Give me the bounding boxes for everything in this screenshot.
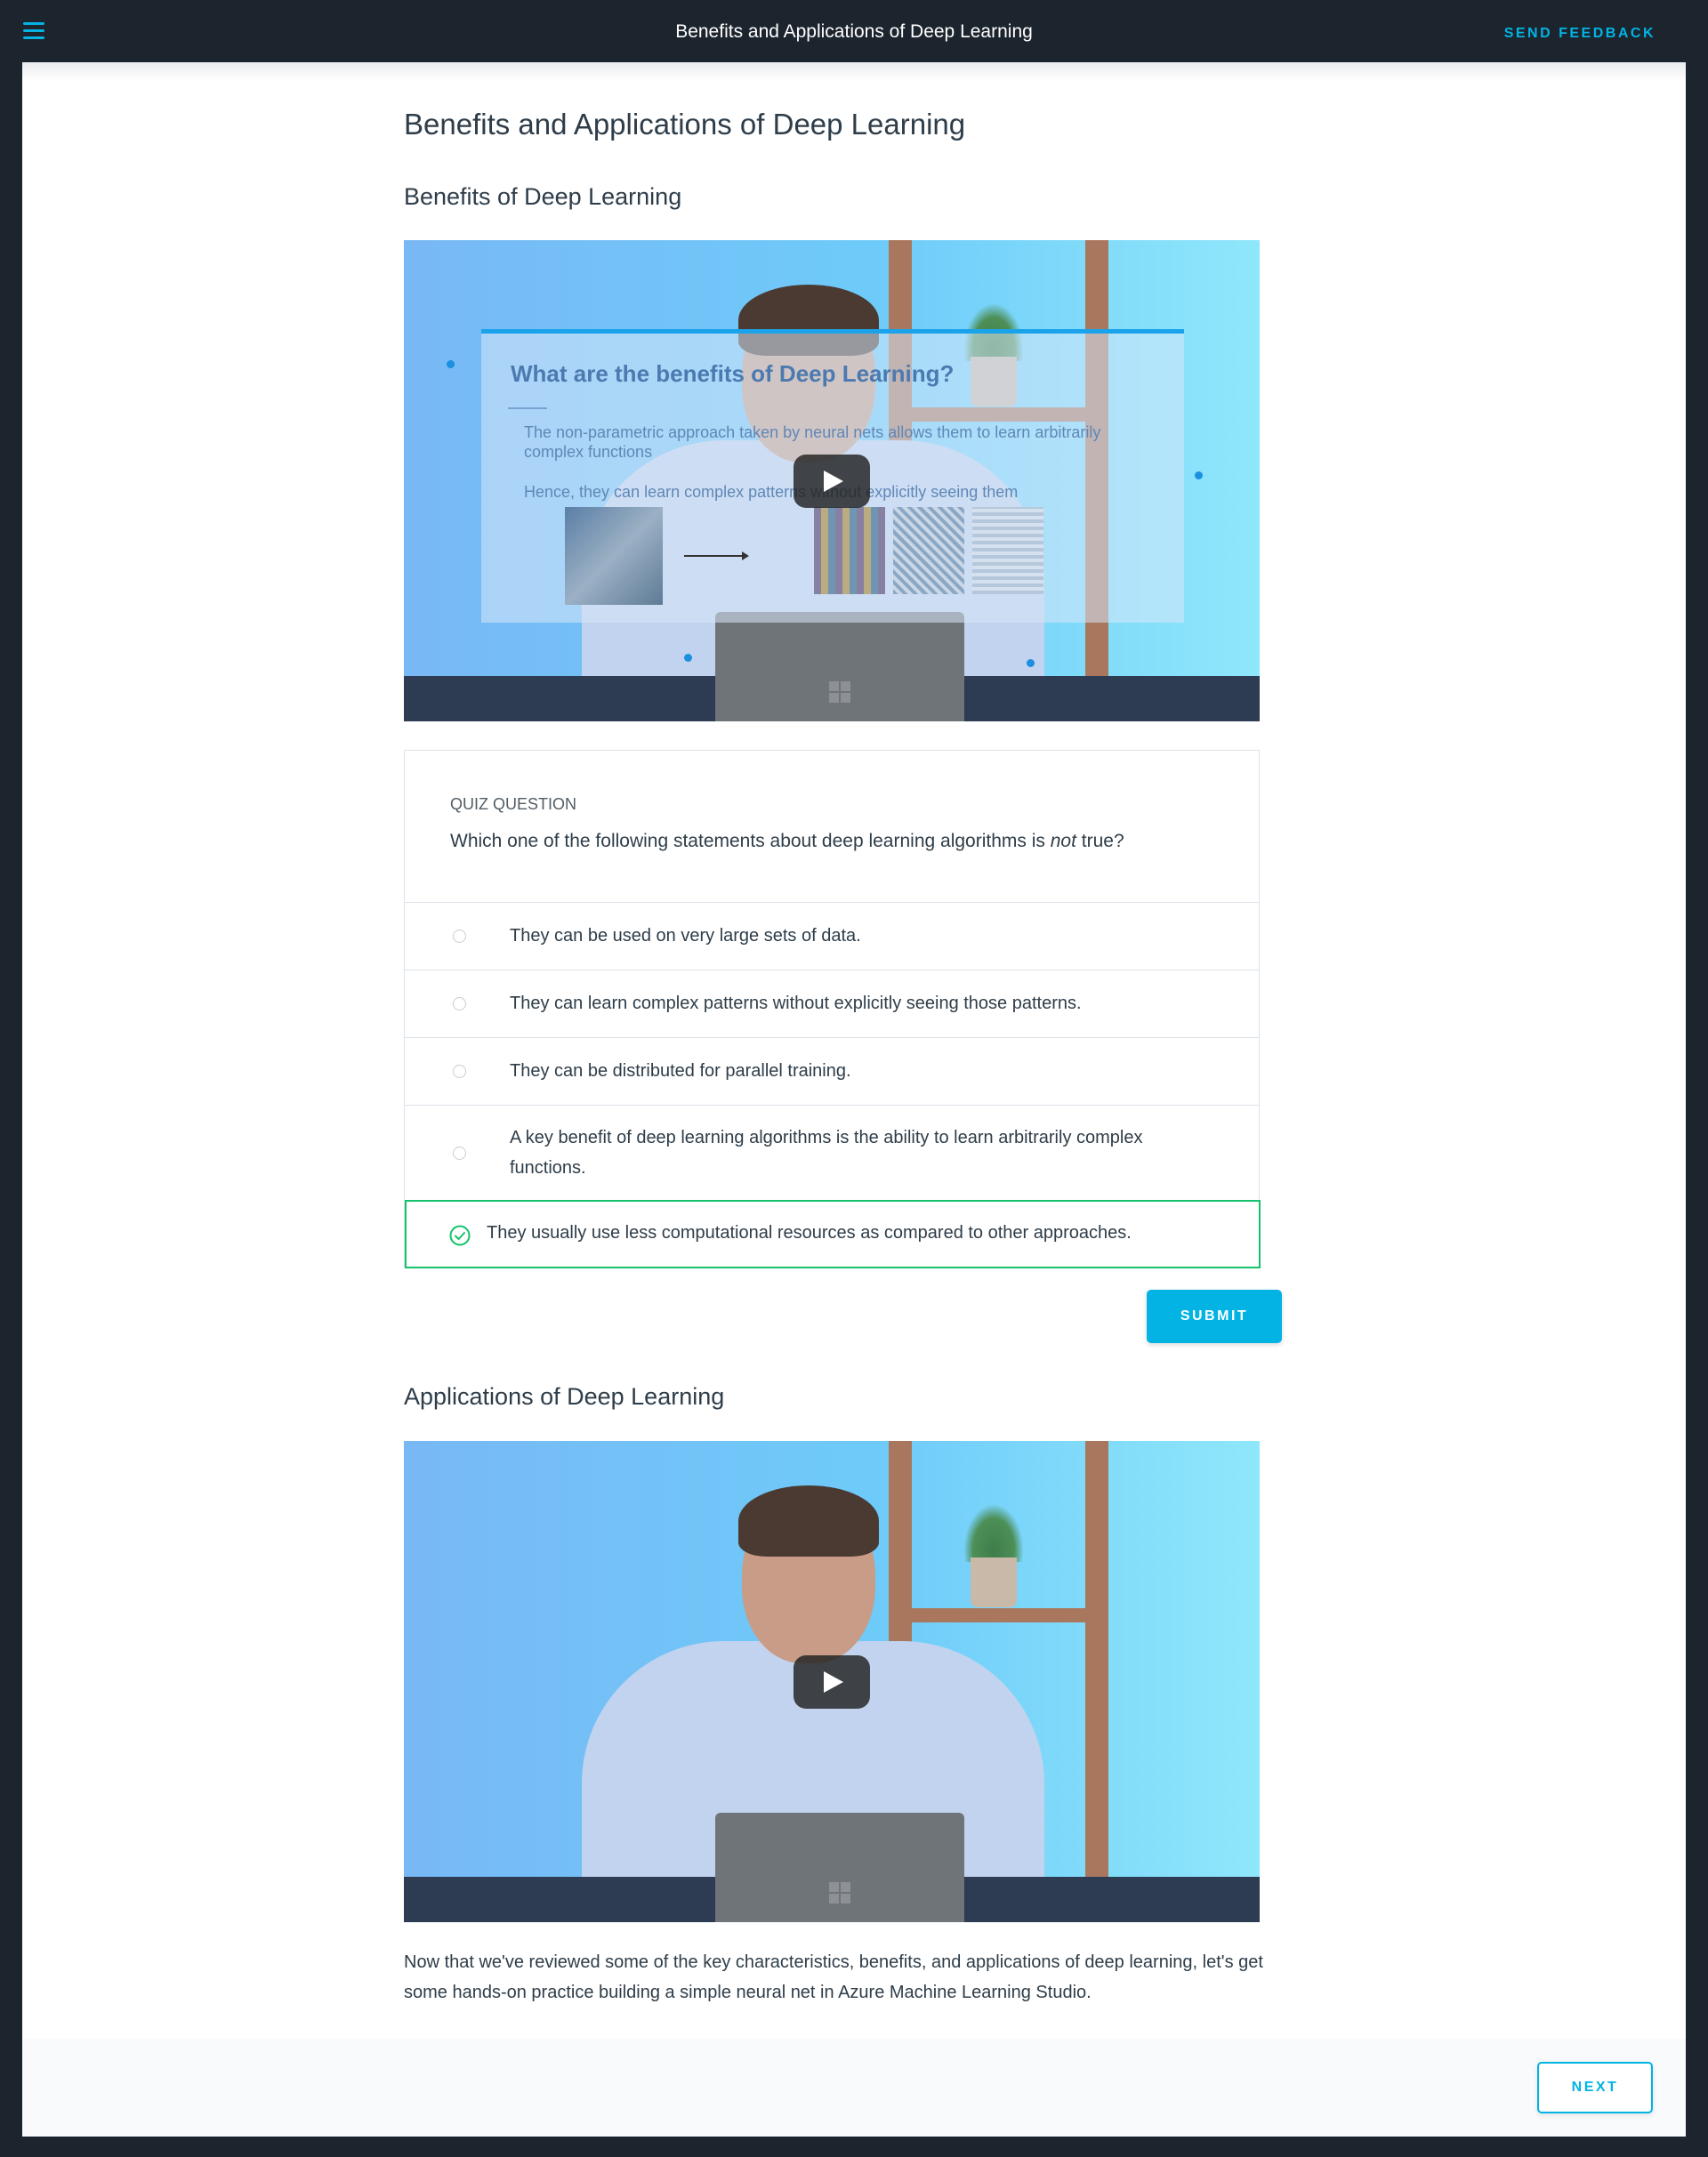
play-icon[interactable] xyxy=(794,1655,870,1709)
quiz-card: QUIZ QUESTION Which one of the following… xyxy=(404,750,1261,1268)
quiz-option[interactable]: A key benefit of deep learning algorithm… xyxy=(405,1105,1259,1200)
video-player-applications[interactable] xyxy=(404,1441,1260,1922)
quiz-option[interactable]: They can be used on very large sets of d… xyxy=(405,902,1259,970)
next-button[interactable]: NEXT xyxy=(1537,2062,1653,2113)
lesson-title: Benefits and Applications of Deep Learni… xyxy=(675,21,1033,42)
video-player-benefits[interactable]: What are the benefits of Deep Learning? … xyxy=(404,240,1260,721)
send-feedback-link[interactable]: SEND FEEDBACK xyxy=(1504,26,1656,42)
section-heading-benefits: Benefits of Deep Learning xyxy=(404,183,682,210)
cat-image xyxy=(565,507,663,605)
laptop xyxy=(715,612,964,721)
top-bar: Benefits and Applications of Deep Learni… xyxy=(0,0,1708,62)
feature-map-image xyxy=(972,507,1043,594)
laptop xyxy=(715,1813,964,1922)
outro-paragraph: Now that we've reviewed some of the key … xyxy=(404,1952,1263,2002)
radio-button[interactable] xyxy=(453,930,466,943)
feature-map-image xyxy=(893,507,964,594)
footer: NEXT xyxy=(22,2039,1686,2137)
page-title: Benefits and Applications of Deep Learni… xyxy=(404,108,966,141)
radio-button[interactable] xyxy=(453,997,466,1010)
section-heading-applications: Applications of Deep Learning xyxy=(404,1383,725,1410)
quiz-option[interactable]: They can be distributed for parallel tra… xyxy=(405,1037,1259,1105)
play-icon[interactable] xyxy=(794,455,870,508)
radio-button[interactable] xyxy=(453,1065,466,1078)
arrow-icon xyxy=(684,551,749,560)
windows-logo-icon xyxy=(829,681,850,703)
quiz-question: Which one of the following statements ab… xyxy=(450,831,1124,851)
feature-map-image xyxy=(814,507,885,594)
quiz-option[interactable]: They can learn complex patterns without … xyxy=(405,970,1259,1037)
slide-text: Hence, they can learn complex patterns w… xyxy=(524,483,1019,501)
radio-button[interactable] xyxy=(453,1147,466,1160)
quiz-option-selected[interactable]: They usually use less computational reso… xyxy=(405,1200,1261,1268)
quiz-label: QUIZ QUESTION xyxy=(450,795,577,813)
slide-title: What are the benefits of Deep Learning? xyxy=(511,360,955,387)
windows-logo-icon xyxy=(829,1882,850,1903)
check-circle-icon xyxy=(449,1225,471,1246)
submit-button[interactable]: SUBMIT xyxy=(1147,1290,1282,1343)
